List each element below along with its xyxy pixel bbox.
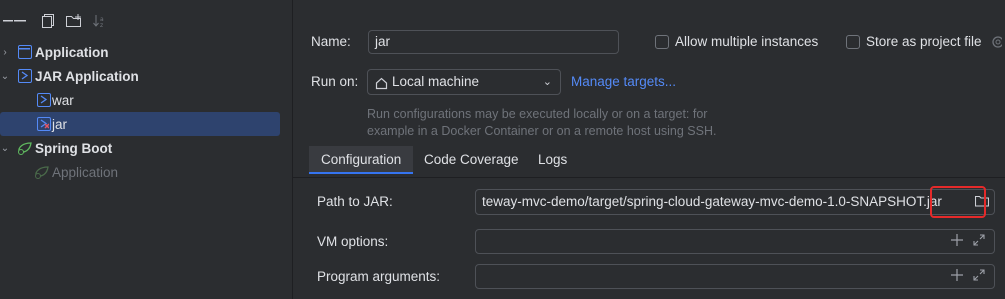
tab-code-coverage[interactable]: Code Coverage	[424, 146, 519, 174]
vm-options-input[interactable]	[475, 229, 995, 254]
tree-item-jar-application[interactable]: ⌄ JAR Application	[0, 64, 280, 88]
name-label: Name:	[311, 34, 351, 49]
chevron-down-icon[interactable]: ⌄	[0, 143, 10, 154]
copy-icon[interactable]	[40, 13, 56, 29]
store-project-checkbox[interactable]	[846, 35, 860, 49]
manage-targets-link[interactable]: Manage targets...	[571, 74, 676, 89]
allow-multiple-label: Allow multiple instances	[675, 34, 819, 49]
new-folder-icon[interactable]	[66, 13, 82, 29]
run-on-hint-line-2: example in a Docker Container or on a re…	[367, 124, 717, 138]
configuration-panel: Path to JAR: teway-mvc-demo/target/sprin…	[293, 178, 1005, 299]
gear-icon[interactable]	[990, 34, 1002, 50]
run-on-label: Run on:	[311, 74, 359, 89]
allow-multiple-checkbox[interactable]	[655, 35, 669, 49]
tree-item-label: war	[52, 92, 74, 108]
jar-config-icon	[37, 93, 51, 107]
chevron-down-icon: ⌄	[542, 76, 552, 88]
chevron-right-icon[interactable]: ›	[0, 47, 10, 58]
home-icon	[375, 75, 388, 94]
tree-item-jar[interactable]: jar	[0, 112, 280, 136]
tree-item-application[interactable]: › Application	[0, 40, 280, 64]
svg-text:z: z	[100, 22, 103, 28]
spring-boot-icon	[34, 165, 50, 179]
store-project-label: Store as project file	[866, 34, 982, 49]
plus-icon[interactable]	[951, 268, 963, 284]
chevron-down-icon[interactable]: ⌄	[0, 71, 10, 82]
jar-config-icon	[18, 69, 32, 83]
tree-item-label: Application	[35, 44, 109, 60]
application-config-icon	[18, 45, 32, 59]
remove-icon[interactable]	[12, 13, 28, 29]
path-to-jar-label: Path to JAR:	[317, 194, 393, 209]
tree-item-label: Application	[52, 164, 119, 180]
jar-config-error-icon	[37, 117, 51, 131]
tree-item-label: jar	[52, 116, 68, 132]
tree-item-label: Spring Boot	[35, 140, 113, 156]
tree-item-label: JAR Application	[35, 68, 139, 84]
tree-item-spring-application[interactable]: Application	[0, 160, 280, 184]
run-on-hint-line-1: Run configurations may be executed local…	[367, 107, 708, 121]
highlight-annotation	[930, 186, 986, 218]
program-arguments-input[interactable]	[475, 264, 995, 289]
config-sidebar: az › Application ⌄ JAR Application war j…	[0, 0, 293, 299]
config-editor: Name: jar Allow multiple instances Store…	[293, 0, 1005, 299]
sort-icon[interactable]: az	[92, 13, 108, 29]
path-to-jar-input[interactable]: teway-mvc-demo/target/spring-cloud-gatew…	[475, 189, 995, 215]
tree-item-war[interactable]: war	[0, 88, 280, 112]
expand-icon[interactable]	[973, 268, 985, 284]
expand-icon[interactable]	[973, 233, 985, 249]
name-input[interactable]: jar	[368, 30, 619, 54]
spring-boot-icon	[17, 141, 33, 155]
tab-logs[interactable]: Logs	[538, 146, 567, 174]
plus-icon[interactable]	[951, 233, 963, 249]
sidebar-toolbar: az	[0, 8, 292, 34]
vm-options-label: VM options:	[317, 234, 389, 249]
run-on-dropdown[interactable]: Local machine ⌄	[367, 69, 561, 95]
run-on-value: Local machine	[392, 74, 480, 89]
tab-configuration[interactable]: Configuration	[309, 146, 413, 174]
tree-item-spring-boot[interactable]: ⌄ Spring Boot	[0, 136, 280, 160]
program-arguments-label: Program arguments:	[317, 269, 441, 284]
